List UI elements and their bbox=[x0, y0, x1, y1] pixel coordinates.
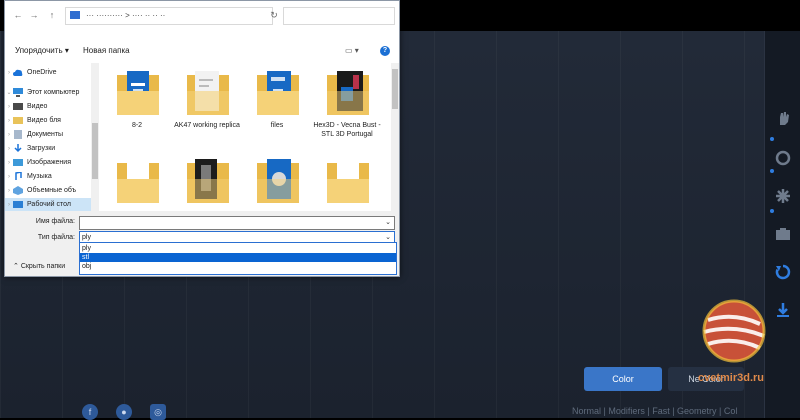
organize-button[interactable]: Упорядочить ▾ bbox=[15, 46, 69, 55]
chevron-down-icon[interactable]: ⌄ bbox=[385, 217, 391, 229]
file-list: 8-2 AK47 working replica files Hex3D - V… bbox=[99, 63, 391, 211]
chevron-up-icon: ⌃ bbox=[13, 263, 21, 270]
up-arrow-icon[interactable]: ↑ bbox=[45, 8, 59, 22]
refresh-small-icon[interactable]: ↻ bbox=[267, 8, 281, 22]
address-row: ← → ↑ ··· ·········· > ···· ·· ·· ·· ↻ bbox=[5, 1, 399, 33]
desktop-icon bbox=[13, 201, 23, 208]
folder-paper-icon bbox=[187, 71, 229, 115]
downloads-icon bbox=[14, 144, 22, 153]
pictures-icon bbox=[13, 159, 23, 166]
view-options-icon[interactable]: ▭ ▾ bbox=[345, 46, 365, 58]
nav-item-3d-objects[interactable]: › Объемные объ bbox=[5, 184, 91, 197]
dialog-toolbar: Упорядочить ▾ Новая папка ▭ ▾ ? bbox=[5, 41, 399, 63]
nav-label: Видео бля bbox=[27, 117, 61, 124]
file-item[interactable] bbox=[103, 151, 171, 211]
music-icon bbox=[15, 172, 22, 180]
nav-item-desktop[interactable]: › Рабочий стол bbox=[5, 198, 91, 211]
file-item[interactable]: 8-2 bbox=[103, 63, 171, 147]
nav-label: Музыка bbox=[27, 173, 52, 180]
filetype-option-highlighted[interactable]: stl bbox=[80, 253, 396, 262]
filetype-option[interactable]: obj bbox=[80, 262, 396, 271]
file-item[interactable] bbox=[313, 151, 381, 211]
help-icon[interactable]: ? bbox=[380, 46, 390, 56]
move-icon[interactable] bbox=[774, 187, 792, 205]
folder-document-icon bbox=[257, 71, 299, 115]
folder-icon bbox=[327, 159, 369, 203]
status-dot bbox=[770, 209, 774, 213]
nav-item-onedrive[interactable]: › OneDrive bbox=[5, 66, 91, 79]
filename-label: Имя файла: bbox=[35, 218, 75, 225]
filename-input[interactable]: ⌄ bbox=[79, 216, 395, 230]
camera-icon[interactable] bbox=[774, 225, 792, 243]
filetype-label: Тип файла: bbox=[37, 234, 75, 241]
nav-scroll-thumb[interactable] bbox=[92, 123, 98, 179]
3d-objects-icon bbox=[13, 186, 23, 195]
nav-item-pictures[interactable]: › Изображения bbox=[5, 156, 91, 169]
nav-label: Изображения bbox=[27, 159, 71, 166]
filetype-dropdown-list: ply stl obj bbox=[79, 242, 397, 275]
documents-icon bbox=[14, 130, 22, 139]
folder-dark-image-icon bbox=[327, 71, 369, 115]
folder-icon bbox=[13, 117, 23, 124]
video-icon bbox=[13, 103, 23, 110]
nav-label: OneDrive bbox=[27, 69, 57, 76]
nav-scrollbar[interactable] bbox=[91, 63, 99, 211]
nav-item-downloads[interactable]: › Загрузки bbox=[5, 142, 91, 155]
file-item[interactable] bbox=[243, 151, 311, 211]
refresh-icon[interactable] bbox=[774, 263, 792, 281]
nav-item-video[interactable]: › Видео bbox=[5, 100, 91, 113]
file-item[interactable]: Hex3D - Vecna Bust - STL 3D Portugal bbox=[313, 63, 381, 147]
file-item[interactable]: files bbox=[243, 63, 311, 147]
rotate-icon[interactable] bbox=[774, 149, 792, 167]
search-input[interactable] bbox=[283, 7, 395, 25]
nav-label: Документы bbox=[27, 131, 64, 138]
new-folder-button[interactable]: Новая папка bbox=[83, 46, 130, 55]
nav-label: Видео bbox=[27, 103, 48, 110]
hide-folders-label: Скрыть папки bbox=[20, 263, 66, 270]
status-dot bbox=[770, 169, 774, 173]
computer-icon bbox=[13, 88, 23, 97]
folder-gear-icon bbox=[257, 159, 299, 203]
color-button[interactable]: Color bbox=[584, 367, 662, 391]
file-item[interactable] bbox=[173, 151, 241, 211]
file-name: Hex3D - Vecna Bust - STL 3D Portugal bbox=[313, 122, 381, 138]
nav-item-video-folder[interactable]: › Видео бля bbox=[5, 114, 91, 127]
nav-label: Рабочий стол bbox=[27, 201, 71, 208]
file-list-scroll-thumb[interactable] bbox=[392, 69, 398, 109]
folder-icon bbox=[70, 11, 80, 19]
hand-icon[interactable] bbox=[774, 109, 792, 127]
nav-item-this-pc[interactable]: ⌄ Этот компьютер bbox=[5, 86, 91, 99]
right-tool-panel bbox=[764, 31, 800, 418]
address-bar[interactable]: ··· ·········· > ···· ·· ·· ·· bbox=[65, 7, 273, 25]
forward-arrow-icon[interactable]: → bbox=[27, 8, 41, 22]
navigation-pane: › OneDrive ⌄ Этот компьютер › Видео › Ви… bbox=[5, 63, 93, 211]
nav-label: Этот компьютер bbox=[27, 89, 80, 96]
status-bar: Normal | Modifiers | Fast | Geometry | C… bbox=[572, 406, 738, 416]
address-crumbs: ··· ·········· > ···· ·· ·· ·· bbox=[86, 11, 166, 20]
save-file-dialog: ← → ↑ ··· ·········· > ···· ·· ·· ·· ↻ У… bbox=[4, 0, 400, 277]
back-arrow-icon[interactable]: ← bbox=[11, 8, 25, 22]
filetype-option[interactable]: ply bbox=[80, 244, 396, 253]
file-name: AK47 working replica bbox=[174, 122, 240, 129]
nav-label: Загрузки bbox=[27, 145, 56, 152]
file-item[interactable]: AK47 working replica bbox=[173, 63, 241, 147]
watermark-logo bbox=[702, 299, 766, 363]
watermark-text: cvetmir3d.ru bbox=[698, 372, 765, 384]
file-name: files bbox=[270, 122, 284, 129]
status-dot bbox=[770, 137, 774, 141]
download-icon[interactable] bbox=[774, 301, 792, 319]
nav-item-documents[interactable]: › Документы bbox=[5, 128, 91, 141]
file-name: 8-2 bbox=[131, 122, 143, 129]
hide-folders-toggle[interactable]: ⌃ Скрыть папки bbox=[13, 262, 65, 270]
cloud-icon bbox=[13, 69, 23, 76]
folder-figure-icon bbox=[187, 159, 229, 203]
nav-label: Объемные объ bbox=[27, 187, 77, 194]
file-list-scrollbar[interactable] bbox=[391, 63, 399, 211]
folder-document-icon bbox=[117, 71, 159, 115]
folder-icon bbox=[117, 159, 159, 203]
nav-item-music[interactable]: › Музыка bbox=[5, 170, 91, 183]
